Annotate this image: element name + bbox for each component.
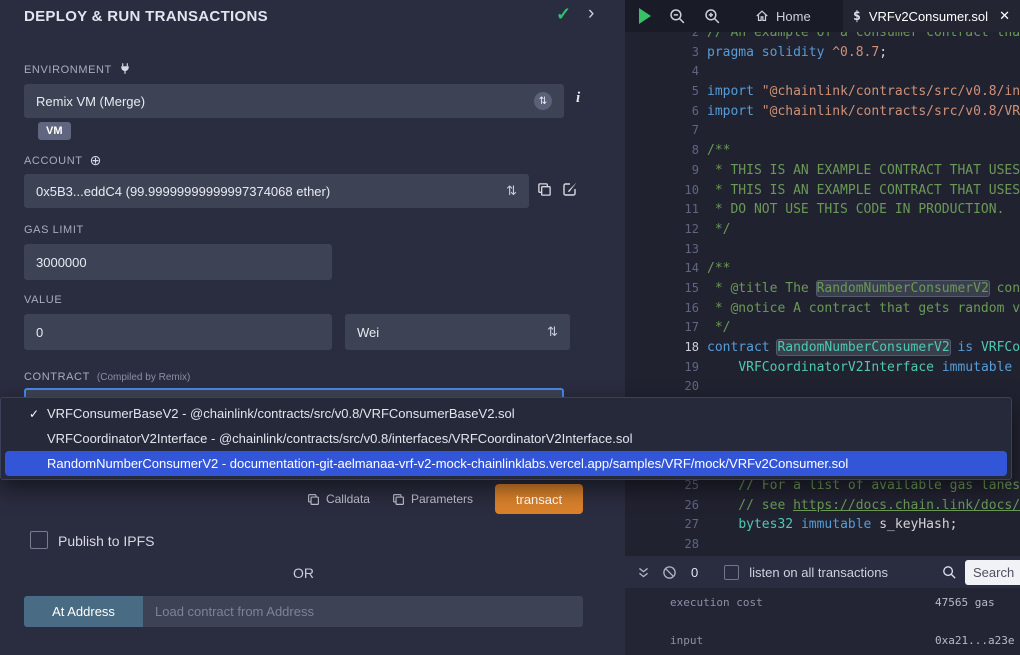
panel-title: DEPLOY & RUN TRANSACTIONS: [24, 8, 268, 25]
transaction-count-badge: 0: [691, 565, 698, 580]
code-line: 13: [625, 240, 1020, 260]
code-line: 11 * DO NOT USE THIS CODE IN PRODUCTION.: [625, 200, 1020, 220]
compile-success-icon: ✓: [556, 4, 571, 25]
environment-select[interactable]: Remix VM (Merge) ⇅: [24, 84, 564, 118]
parameters-button[interactable]: Parameters: [392, 492, 473, 506]
code-line: 28: [625, 535, 1020, 555]
code-line: 18contract RandomNumberConsumerV2 is VRF…: [625, 338, 1020, 358]
close-tab-icon[interactable]: ✕: [999, 8, 1010, 24]
value-input[interactable]: [24, 314, 332, 350]
code-line: 5import "@chainlink/contracts/src/v0.8/i…: [625, 82, 1020, 102]
code-line: 10 * THIS IS AN EXAMPLE CONTRACT THAT US…: [625, 181, 1020, 201]
tab-file-vrfv2consumer[interactable]: $ VRFv2Consumer.sol ✕: [843, 0, 1020, 32]
code-line: 16 * @notice A contract that gets random…: [625, 299, 1020, 319]
run-script-icon[interactable]: [639, 8, 651, 24]
publish-ipfs-checkbox[interactable]: [30, 531, 48, 549]
terminal-panel: 0 listen on all transactions execution c…: [625, 556, 1020, 655]
publish-ipfs-label: Publish to IPFS: [58, 533, 155, 549]
zoom-out-icon[interactable]: [669, 8, 686, 25]
clipboard-icon: [307, 493, 320, 506]
add-account-icon[interactable]: ⊕: [90, 152, 102, 169]
at-address-input[interactable]: [143, 596, 583, 627]
select-arrows-icon: ⇅: [547, 324, 558, 340]
contract-option[interactable]: RandomNumberConsumerV2 - documentation-g…: [5, 451, 1007, 476]
code-line: 15 * @title The RandomNumberConsumerV2 c…: [625, 279, 1020, 299]
remix-ide-window: DEPLOY & RUN TRANSACTIONS ✓ › ENVIRONMEN…: [0, 0, 1020, 655]
gas-limit-input[interactable]: [24, 244, 332, 280]
terminal-toolbar: 0 listen on all transactions: [625, 556, 1020, 588]
or-divider: OR: [0, 565, 607, 581]
check-icon: ✓: [29, 407, 39, 421]
code-line: 6import "@chainlink/contracts/src/v0.8/V…: [625, 102, 1020, 122]
code-line: 3pragma solidity ^0.8.7;: [625, 43, 1020, 63]
code-line: 20: [625, 377, 1020, 397]
panel-collapse-icon[interactable]: ›: [588, 3, 594, 25]
contract-label: CONTRACT (Compiled by Remix): [24, 371, 190, 383]
edit-account-icon[interactable]: [562, 181, 578, 202]
copy-account-icon[interactable]: [537, 182, 552, 202]
gas-limit-label: GAS LIMIT: [24, 224, 84, 236]
deploy-actions: Calldata Parameters transact: [24, 484, 583, 514]
listen-all-transactions-checkbox[interactable]: [724, 565, 739, 580]
environment-info-icon[interactable]: i: [576, 90, 580, 107]
code-line: 4: [625, 62, 1020, 82]
transact-button[interactable]: transact: [495, 484, 583, 514]
solidity-file-icon: $: [853, 9, 861, 24]
search-icon[interactable]: [942, 565, 957, 580]
contract-option[interactable]: VRFCoordinatorV2Interface - @chainlink/c…: [1, 426, 1011, 451]
home-icon: [755, 9, 769, 23]
account-select[interactable]: 0x5B3...eddC4 (99.99999999999997374068 e…: [24, 174, 529, 208]
account-label: ACCOUNT ⊕: [24, 152, 102, 169]
select-arrows-icon: ⇅: [534, 92, 552, 110]
plug-icon: [119, 62, 131, 78]
clipboard-icon: [392, 493, 405, 506]
terminal-log-row: input0xa21...a23e: [625, 634, 1020, 647]
terminal-log: execution cost47565 gas input0xa21...a23e: [625, 588, 1020, 655]
zoom-in-icon[interactable]: [704, 8, 721, 25]
code-line: 27 bytes32 immutable s_keyHash;: [625, 515, 1020, 535]
code-line: 19 VRFCoordinatorV2Interface immutable: [625, 358, 1020, 378]
collapse-terminal-icon[interactable]: [637, 566, 650, 579]
code-line: 26 // see https://docs.chain.link/docs/: [625, 496, 1020, 516]
code-line: 7: [625, 121, 1020, 141]
contract-dropdown: ✓VRFConsumerBaseV2 - @chainlink/contract…: [0, 397, 1012, 480]
value-unit-select[interactable]: Wei ⇅: [345, 314, 570, 350]
editor-tabbar: Home $ VRFv2Consumer.sol ✕: [625, 0, 1020, 32]
terminal-log-row: execution cost47565 gas: [625, 596, 1020, 609]
value-label: VALUE: [24, 294, 62, 306]
tab-home[interactable]: Home: [745, 0, 821, 32]
terminal-search-input[interactable]: [965, 560, 1020, 585]
code-line: 17 */: [625, 318, 1020, 338]
select-arrows-icon: ⇅: [506, 183, 517, 199]
code-line: 12 */: [625, 220, 1020, 240]
calldata-button[interactable]: Calldata: [307, 492, 370, 506]
clear-terminal-icon[interactable]: [662, 565, 677, 580]
listen-all-transactions-label: listen on all transactions: [749, 565, 888, 580]
at-address-button[interactable]: At Address: [24, 596, 143, 627]
contract-option[interactable]: ✓VRFConsumerBaseV2 - @chainlink/contract…: [1, 401, 1011, 426]
code-line: 8/**: [625, 141, 1020, 161]
code-line: 9 * THIS IS AN EXAMPLE CONTRACT THAT USE…: [625, 161, 1020, 181]
environment-label: ENVIRONMENT: [24, 62, 131, 78]
vm-badge: VM: [38, 122, 71, 140]
code-line: 14/**: [625, 259, 1020, 279]
